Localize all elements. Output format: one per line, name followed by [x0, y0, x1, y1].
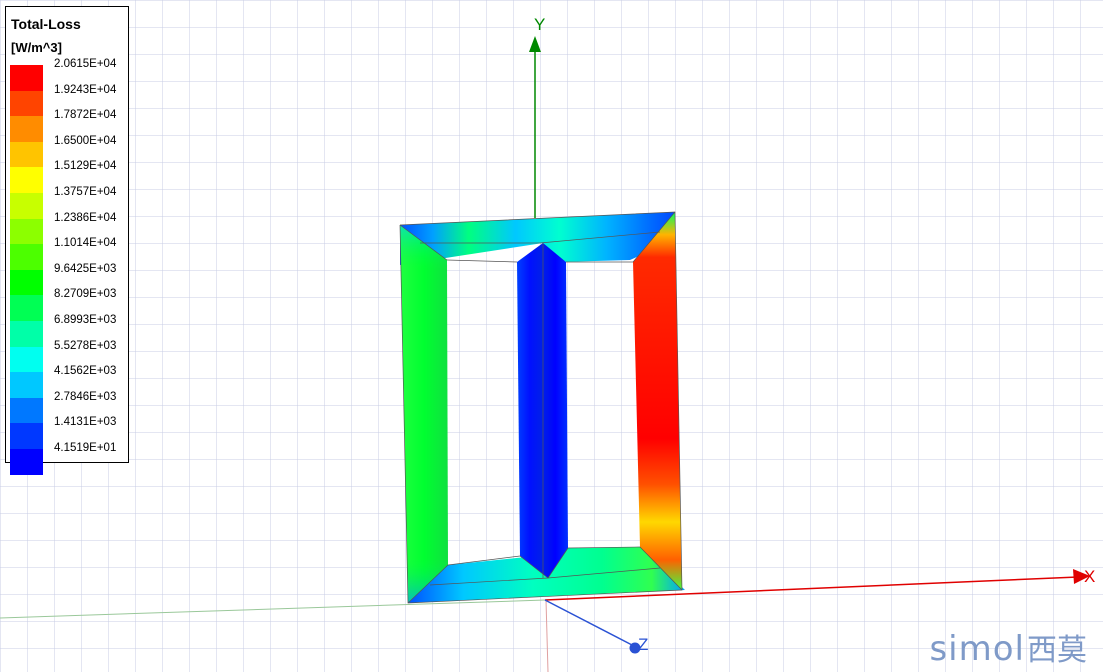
legend-swatch — [10, 141, 43, 168]
legend-tick-label: 1.7872E+04 — [54, 109, 117, 122]
x-axis-label: X — [1084, 567, 1095, 586]
legend-swatch — [10, 116, 43, 142]
legend-tick-label: 5.5278E+03 — [54, 339, 117, 352]
color-legend[interactable]: Total-Loss [W/m^3] 2.0615E+04 1.9243E+04 1… — [5, 6, 129, 475]
legend-tick-label: 6.8993E+03 — [54, 314, 117, 326]
legend-swatch — [10, 244, 43, 270]
legend-swatch — [10, 65, 43, 91]
3d-viewport[interactable]: Y X Z — [0, 0, 1103, 672]
right-limb — [633, 212, 682, 590]
legend-tick-label: 2.0615E+04 — [54, 58, 117, 70]
legend-tick-label: 8.2709E+03 — [54, 288, 117, 301]
z-axis-label: Z — [638, 635, 648, 654]
legend-swatch — [10, 218, 43, 245]
legend-tick-label: 1.2386E+04 — [54, 211, 117, 224]
legend-swatch — [10, 372, 43, 398]
legend-title: Total-Loss — [11, 16, 81, 32]
legend-swatch — [10, 423, 43, 449]
legend-tick-label: 1.4131E+03 — [54, 416, 117, 429]
y-axis-label: Y — [534, 15, 545, 34]
legend-tick-label: 4.1562E+03 — [54, 365, 117, 378]
legend-tick-label: 9.6425E+03 — [54, 262, 117, 275]
middle-limb — [517, 243, 568, 578]
legend-swatch — [10, 346, 43, 373]
watermark-logo: simol西莫 — [929, 625, 1087, 669]
legend-swatch — [10, 449, 43, 475]
legend-tick-label: 1.6500E+04 — [54, 134, 117, 147]
watermark-cjk: 西莫 — [1027, 633, 1087, 668]
legend-swatch — [10, 193, 43, 219]
legend-unit: [W/m^3] — [11, 40, 62, 55]
legend-swatch — [10, 90, 43, 117]
legend-swatch — [10, 321, 43, 347]
legend-swatch — [10, 167, 43, 193]
transformer-core-model[interactable] — [399, 211, 685, 604]
legend-tick-label: 1.9243E+04 — [54, 83, 117, 96]
legend-swatch — [10, 295, 43, 321]
left-limb-shade — [400, 225, 448, 603]
legend-swatch — [10, 397, 43, 424]
legend-swatch — [10, 269, 43, 296]
legend-tick-label: 1.5129E+04 — [54, 160, 117, 173]
legend-tick-label: 1.1014E+04 — [54, 237, 117, 250]
legend-tick-label: 4.1519E+01 — [54, 442, 117, 454]
legend-tick-label: 2.7846E+03 — [54, 390, 117, 403]
watermark-latin: simol — [929, 629, 1025, 669]
legend-tick-label: 1.3757E+04 — [54, 186, 117, 198]
